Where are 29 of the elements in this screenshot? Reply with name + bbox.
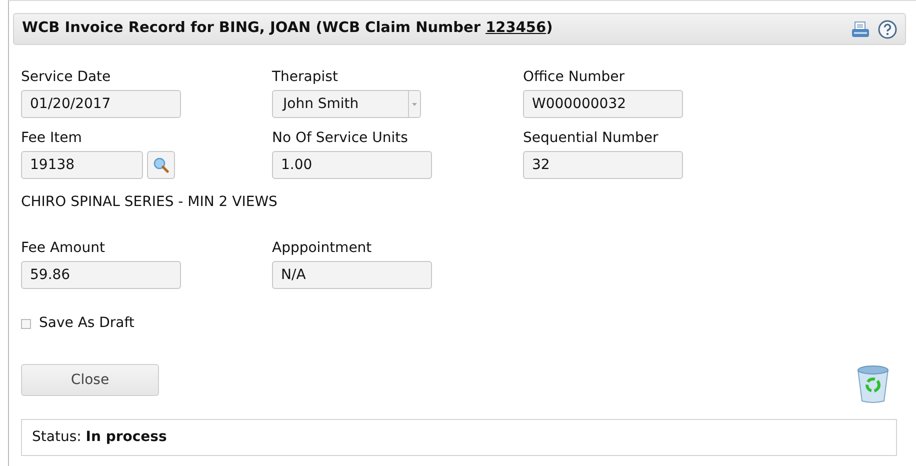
field-label: Sequential Number (523, 130, 660, 147)
print-icon[interactable] (851, 20, 870, 38)
search-icon (153, 157, 169, 173)
input-field[interactable]: N/A (272, 261, 432, 289)
fee-description: CHIRO SPINAL SERIES - MIN 2 VIEWS (21, 193, 278, 212)
input-field[interactable]: 59.86 (21, 261, 181, 289)
field-label: Fee Amount (21, 240, 106, 257)
save-as-draft-checkbox[interactable] (21, 318, 31, 328)
input-field[interactable]: 32 (523, 151, 683, 179)
field-label: Fee Item (21, 130, 83, 147)
close-button[interactable]: Close (21, 364, 159, 396)
field-label: Therapist (272, 69, 339, 86)
status-text: Status: In process (32, 428, 167, 447)
checkbox-label: Save As Draft (39, 314, 134, 333)
therapist-dropdown[interactable]: John Smith (272, 90, 421, 118)
help-icon[interactable] (878, 20, 897, 38)
field-label: No Of Service Units (272, 130, 409, 147)
field-label: Apppointment (272, 240, 373, 257)
search-button[interactable] (147, 151, 175, 179)
recycle-bin-icon[interactable] (855, 364, 891, 404)
dialog-title: WCB Invoice Record for BING, JOAN (WCB Claim Number 123456) (22, 19, 553, 38)
input-field[interactable]: 19138 (21, 151, 143, 179)
claim-number-link[interactable]: 123456 (486, 20, 546, 36)
field-label: Office Number (523, 69, 626, 86)
input-field[interactable]: 1.00 (272, 151, 432, 179)
field-label: Service Date (21, 69, 112, 86)
input-field[interactable]: W000000032 (523, 90, 683, 118)
dropdown-arrow-icon (412, 102, 417, 106)
input-field[interactable]: 01/20/2017 (21, 90, 181, 118)
